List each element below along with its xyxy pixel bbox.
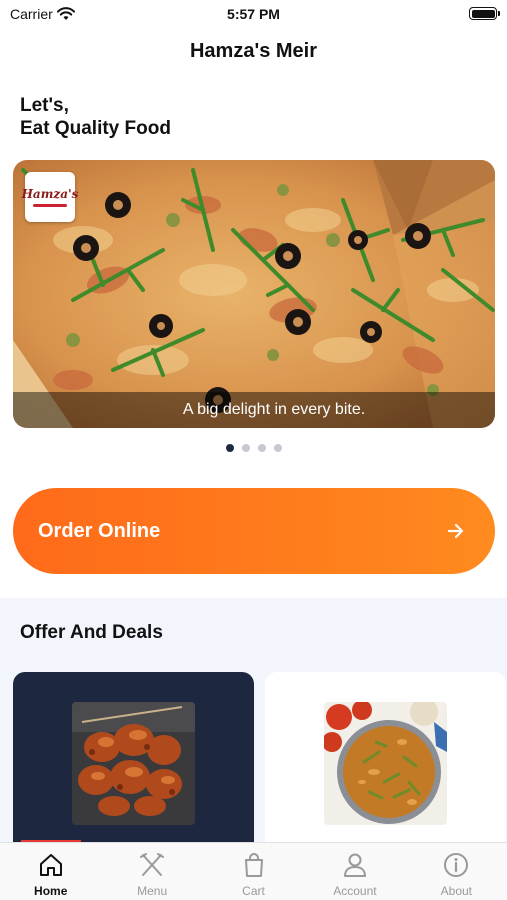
brand-logo-ribbon (33, 204, 67, 207)
offer-card-chicken-tikka[interactable] (13, 672, 254, 842)
tab-label-cart: Cart (242, 884, 265, 898)
person-icon (343, 853, 366, 877)
page-title: Hamza's Meir (189, 40, 318, 62)
carousel-dot-3[interactable] (257, 444, 266, 452)
tab-about[interactable]: About (406, 843, 507, 900)
tab-label-menu: Menu (137, 884, 168, 898)
offers-title: Offer And Deals (20, 622, 163, 643)
status-time: 5:57 PM (227, 6, 280, 22)
tab-label-about: About (440, 884, 472, 898)
carousel-dot-2[interactable] (241, 444, 250, 452)
offer-card-curry[interactable] (265, 672, 506, 842)
carousel-indicator[interactable] (0, 444, 507, 452)
pizza-image (13, 160, 495, 428)
carousel-dot-1[interactable] (225, 444, 234, 452)
greeting-line-1: Let's, (20, 95, 69, 116)
promo-banner[interactable]: Hamza's A big delight in every bite. (13, 160, 495, 428)
utensils-icon (140, 853, 165, 876)
tab-account[interactable]: Account (304, 843, 405, 900)
curry-image (324, 702, 447, 825)
tab-home[interactable]: Home (0, 843, 101, 900)
shopping-bag-icon (244, 853, 263, 877)
tab-bar: Home Menu Cart Account About (0, 842, 507, 900)
greeting-heading: Let's, Eat Quality Food (20, 94, 171, 140)
brand-logo: Hamza's (22, 172, 78, 222)
brand-logo-text: Hamza's (21, 187, 79, 201)
tab-menu[interactable]: Menu (101, 843, 202, 900)
chicken-tikka-image (72, 702, 195, 825)
battery-icon (469, 7, 500, 20)
home-icon (39, 854, 62, 876)
tab-label-home: Home (34, 884, 68, 898)
order-online-button[interactable]: Order Online (13, 488, 495, 574)
order-online-label: Order Online (38, 519, 161, 542)
arrow-right-icon (447, 523, 464, 539)
offers-section: Offer And Deals (0, 598, 507, 842)
carousel-dot-4[interactable] (273, 444, 282, 452)
tab-label-account: Account (333, 884, 377, 898)
status-bar: Carrier 5:57 PM (0, 0, 507, 28)
info-icon (444, 853, 469, 877)
greeting-line-2: Eat Quality Food (20, 118, 171, 139)
banner-caption: A big delight in every bite. (13, 392, 495, 428)
tab-cart[interactable]: Cart (203, 843, 304, 900)
